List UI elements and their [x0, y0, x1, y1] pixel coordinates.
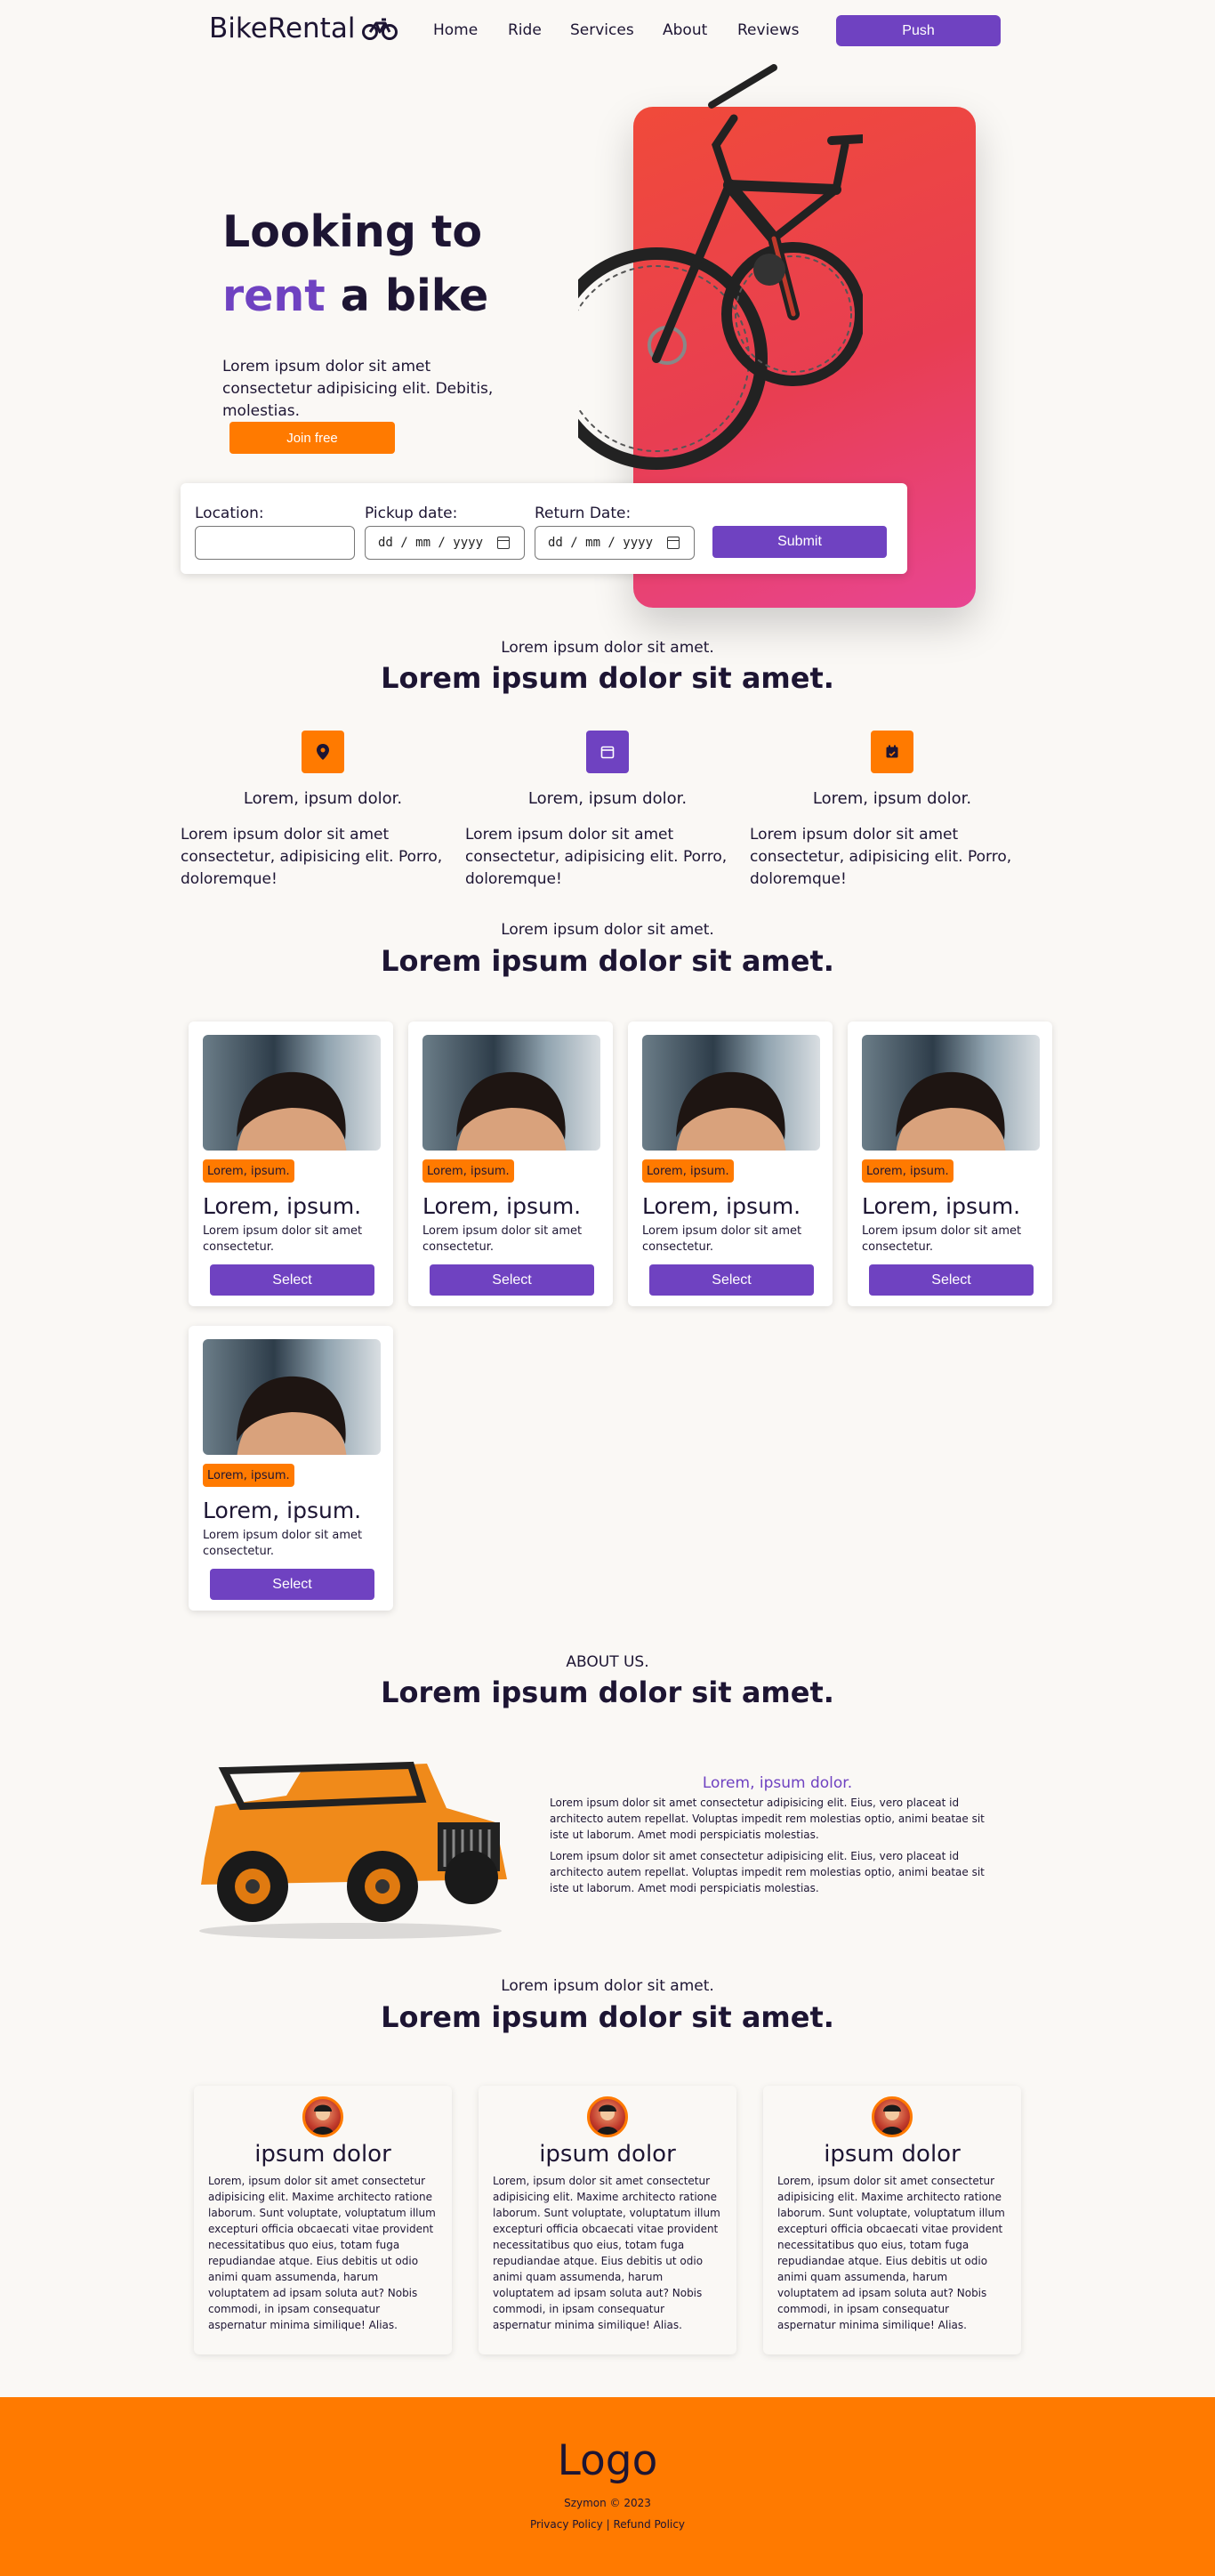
footer-copyright: Szymon © 2023 — [564, 2497, 651, 2509]
privacy-policy-link[interactable]: Privacy Policy — [530, 2518, 603, 2531]
hero-title-line1: Looking to — [222, 206, 483, 257]
review-text: Lorem, ipsum dolor sit amet consectetur … — [777, 2175, 1005, 2331]
feature-title: Lorem, ipsum dolor. — [243, 789, 403, 808]
brand-name: BikeRental — [209, 12, 356, 44]
feature-title: Lorem, ipsum dolor. — [812, 789, 972, 808]
brand-logo[interactable]: BikeRental — [209, 12, 398, 44]
card-description: Lorem ipsum dolor sit amet consectetur. — [422, 1224, 583, 1254]
about-heading: Lorem, ipsum dolor. — [702, 1774, 853, 1792]
reviews-title: Lorem ipsum dolor sit amet. — [381, 2000, 834, 2034]
features-subtitle: Lorem ipsum dolor sit amet. — [501, 639, 714, 657]
feature-description: Lorem ipsum dolor sit amet consectetur, … — [750, 826, 1012, 888]
card-title: Lorem, ipsum. — [862, 1193, 1021, 1219]
ride-card: Lorem, ipsum. Lorem, ipsum. Lorem ipsum … — [189, 1022, 393, 1306]
hero-description: Lorem ipsum dolor sit amet consectetur a… — [222, 358, 494, 420]
card-description: Lorem ipsum dolor sit amet consectetur. — [642, 1224, 802, 1254]
location-input[interactable] — [195, 526, 355, 560]
ride-card: Lorem, ipsum. Lorem, ipsum. Lorem ipsum … — [628, 1022, 833, 1306]
select-button[interactable]: Select — [649, 1264, 814, 1296]
review-card: ipsum dolor Lorem, ipsum dolor sit amet … — [194, 2086, 452, 2354]
calendar-icon — [586, 731, 629, 773]
rider-photo — [862, 1035, 1040, 1151]
card-tag: Lorem, ipsum. — [862, 1159, 953, 1183]
review-name: ipsum dolor — [824, 2141, 961, 2168]
review-text: Lorem, ipsum dolor sit amet consectetur … — [493, 2175, 720, 2331]
ride-card: Lorem, ipsum. Lorem, ipsum. Lorem ipsum … — [189, 1326, 393, 1611]
bike-icon — [362, 18, 398, 40]
avatar — [872, 2096, 913, 2137]
review-name: ipsum dolor — [254, 2141, 391, 2168]
hero-title: Looking to rent a bike — [222, 200, 488, 328]
features-title: Lorem ipsum dolor sit amet. — [381, 661, 834, 695]
return-date-label: Return Date: — [535, 505, 632, 522]
footer-logo[interactable]: Logo — [0, 2436, 1215, 2485]
submit-button[interactable]: Submit — [712, 526, 887, 558]
hero-title-rest: a bike — [325, 271, 489, 321]
join-free-button[interactable]: Join free — [229, 422, 395, 454]
card-description: Lorem ipsum dolor sit amet consectetur. — [203, 1224, 363, 1254]
footer-separator: | — [606, 2518, 610, 2531]
hero-title-accent: rent — [222, 271, 326, 321]
footer — [0, 2397, 1215, 2576]
booking-form: Location: Pickup date: dd / mm / yyyy Re… — [181, 483, 907, 574]
review-card: ipsum dolor Lorem, ipsum dolor sit amet … — [479, 2086, 736, 2354]
pickup-date-input[interactable]: dd / mm / yyyy — [365, 526, 525, 560]
location-label: Location: — [195, 505, 264, 522]
rides-subtitle: Lorem ipsum dolor sit amet. — [501, 921, 714, 939]
ride-card: Lorem, ipsum. Lorem, ipsum. Lorem ipsum … — [408, 1022, 613, 1306]
nav-home[interactable]: Home — [433, 21, 478, 39]
reviews-subtitle: Lorem ipsum dolor sit amet. — [501, 1977, 714, 1995]
avatar — [587, 2096, 628, 2137]
about-paragraph: Lorem ipsum dolor sit amet consectetur a… — [550, 1850, 985, 1894]
review-card: ipsum dolor Lorem, ipsum dolor sit amet … — [763, 2086, 1021, 2354]
rider-photo — [203, 1035, 381, 1151]
refund-policy-link[interactable]: Refund Policy — [613, 2518, 685, 2531]
card-description: Lorem ipsum dolor sit amet consectetur. — [203, 1529, 363, 1558]
select-button[interactable]: Select — [210, 1264, 374, 1296]
review-text: Lorem, ipsum dolor sit amet consectetur … — [208, 2175, 436, 2331]
about-subtitle: ABOUT US. — [566, 1653, 649, 1671]
select-button[interactable]: Select — [430, 1264, 594, 1296]
push-button[interactable]: Push — [836, 15, 1001, 46]
calendar-icon[interactable] — [667, 537, 680, 549]
pickup-date-placeholder: dd / mm / yyyy — [378, 536, 484, 550]
nav-services[interactable]: Services — [570, 21, 634, 39]
card-title: Lorem, ipsum. — [422, 1193, 582, 1219]
card-title: Lorem, ipsum. — [642, 1193, 801, 1219]
calendar-check-icon — [871, 731, 913, 773]
rider-photo — [642, 1035, 820, 1151]
location-pin-icon — [302, 731, 344, 773]
return-date-input[interactable]: dd / mm / yyyy — [535, 526, 695, 560]
avatar — [302, 2096, 343, 2137]
calendar-icon[interactable] — [497, 537, 510, 549]
rider-photo — [422, 1035, 600, 1151]
jeep-image — [199, 1761, 507, 1939]
ride-card: Lorem, ipsum. Lorem, ipsum. Lorem ipsum … — [848, 1022, 1052, 1306]
card-tag: Lorem, ipsum. — [203, 1159, 294, 1183]
rides-title: Lorem ipsum dolor sit amet. — [381, 944, 834, 978]
card-title: Lorem, ipsum. — [203, 1498, 362, 1523]
nav-about[interactable]: About — [663, 21, 707, 39]
select-button[interactable]: Select — [869, 1264, 1034, 1296]
about-paragraph: Lorem ipsum dolor sit amet consectetur a… — [550, 1797, 985, 1841]
rider-photo — [203, 1339, 381, 1455]
card-description: Lorem ipsum dolor sit amet consectetur. — [862, 1224, 1022, 1254]
feature-description: Lorem ipsum dolor sit amet consectetur, … — [465, 826, 728, 888]
select-button[interactable]: Select — [210, 1569, 374, 1600]
return-date-placeholder: dd / mm / yyyy — [548, 536, 654, 550]
mountain-bike-image — [578, 64, 863, 470]
pickup-date-label: Pickup date: — [365, 505, 458, 522]
feature-title: Lorem, ipsum dolor. — [527, 789, 688, 808]
card-tag: Lorem, ipsum. — [203, 1464, 294, 1487]
feature-description: Lorem ipsum dolor sit amet consectetur, … — [181, 826, 443, 888]
nav-ride[interactable]: Ride — [508, 21, 542, 39]
hero-title-line2: rent a bike — [222, 264, 488, 328]
card-tag: Lorem, ipsum. — [422, 1159, 514, 1183]
nav-reviews[interactable]: Reviews — [737, 21, 800, 39]
about-title: Lorem ipsum dolor sit amet. — [381, 1676, 834, 1709]
review-name: ipsum dolor — [539, 2141, 676, 2168]
card-tag: Lorem, ipsum. — [642, 1159, 734, 1183]
footer-links: Privacy Policy | Refund Policy — [0, 2518, 1215, 2531]
card-title: Lorem, ipsum. — [203, 1193, 362, 1219]
